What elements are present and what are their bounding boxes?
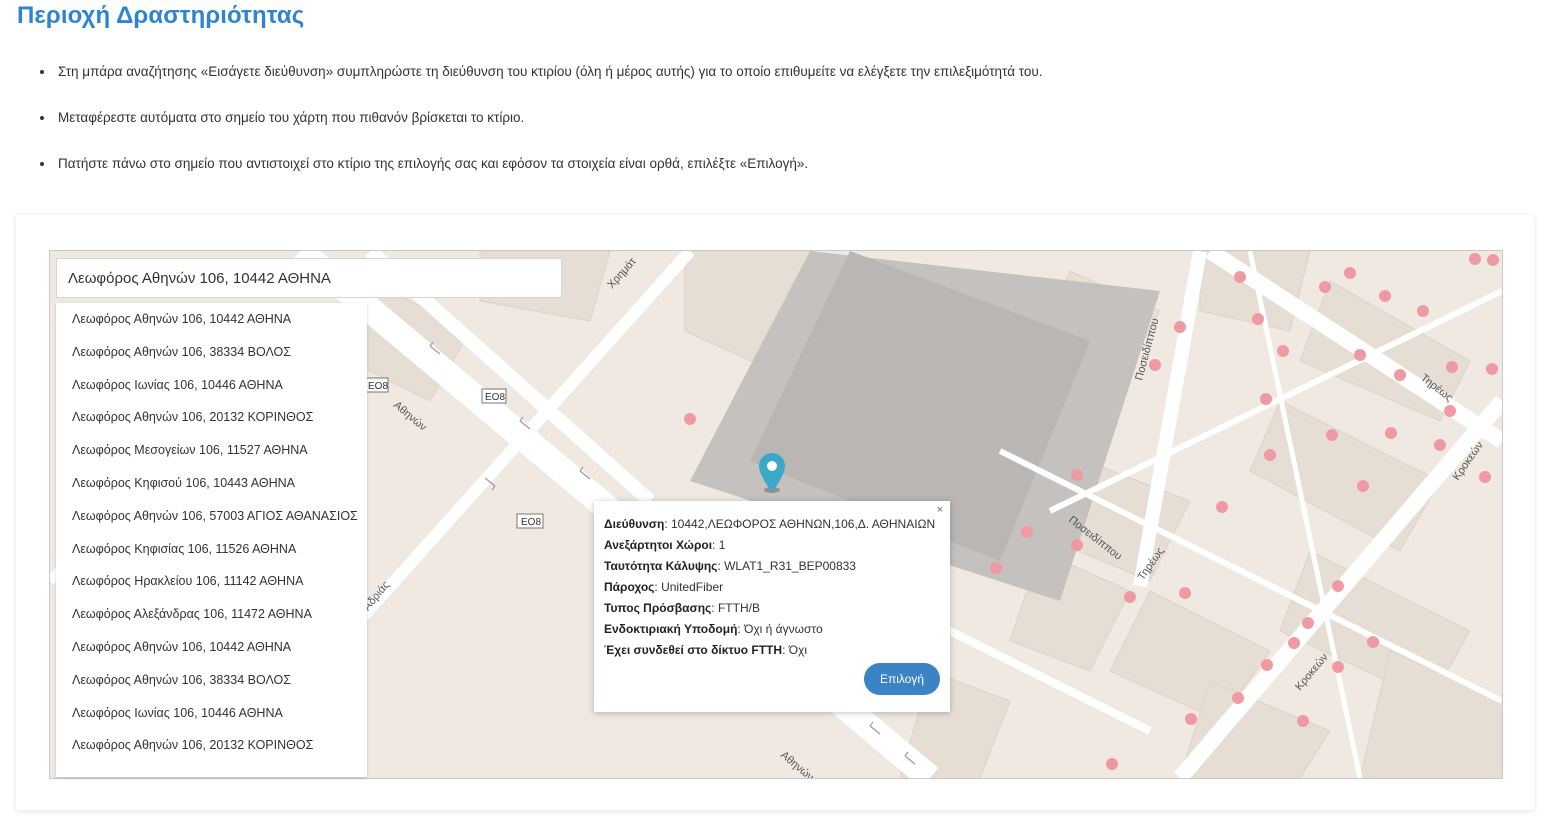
info-row-coverage-id: Ταυτότητα Κάλυψης: WLAT1_R31_BEP00833	[604, 559, 856, 573]
select-button[interactable]: Επιλογή	[864, 663, 940, 695]
info-label: Ανεξάρτητοι Χώροι	[604, 538, 713, 552]
instruction-item: Πατήστε πάνω στο σημείο που αντιστοιχεί …	[40, 154, 1043, 200]
suggestion-item[interactable]: Λεωφόρος Αθηνών 106, 38334 ΒΟΛΟΣ	[56, 336, 367, 369]
close-popup-button[interactable]: ×	[937, 503, 943, 517]
info-row-address: Διεύθυνση: 10442,ΛΕΩΦΟΡΟΣ ΑΘΗΝΩΝ,106,Δ. …	[604, 517, 936, 531]
suggestion-item[interactable]: Λεωφόρος Αθηνών 106, 57003 ΑΓΙΟΣ ΑΘΑΝΑΣΙ…	[56, 500, 367, 533]
route-shield: EO8	[368, 381, 388, 392]
suggestion-item[interactable]: Λεωφόρος Μεσογείων 106, 11527 ΑΘΗΝΑ	[56, 434, 367, 467]
suggestion-item[interactable]: Λεωφόρος Ιωνίας 106, 10446 ΑΘΗΝΑ	[56, 369, 367, 402]
address-search-input[interactable]	[56, 258, 562, 298]
info-label: Ταυτότητα Κάλυψης	[604, 559, 718, 573]
info-label: Τυπος Πρόσβασης	[604, 601, 712, 615]
suggestion-item[interactable]: Λεωφόρος Ιωνίας 106, 10446 ΑΘΗΝΑ	[56, 697, 367, 730]
info-row-access-type: Τυπος Πρόσβασης: FTTH/B	[604, 601, 760, 615]
info-row-provider: Πάροχος: UnitedFiber	[604, 580, 724, 594]
route-shield: EO8	[485, 392, 505, 403]
suggestion-item[interactable]: Λεωφόρος Κηφισίας 106, 11526 ΑΘΗΝΑ	[56, 533, 367, 566]
suggestion-item[interactable]: Λεωφόρος Κηφισού 106, 10443 ΑΘΗΝΑ	[56, 467, 367, 500]
suggestion-item[interactable]: Λεωφόρος Αθηνών 106, 20132 ΚΟΡΙΝΘΟΣ	[56, 401, 367, 434]
route-shield: EO8	[521, 517, 541, 528]
info-value: FTTH/B	[717, 601, 760, 615]
info-value: Όχι	[788, 643, 807, 657]
instructions-list: Στη μπάρα αναζήτησης «Εισάγετε διεύθυνση…	[40, 62, 1043, 200]
info-label: Έχει συνδεθεί στο δίκτυο FTTH	[604, 643, 783, 657]
info-value: 10442,ΛΕΩΦΟΡΟΣ ΑΘΗΝΩΝ,106,Δ. ΑΘΗΝΑΙΩΝ	[671, 517, 936, 531]
suggestion-item[interactable]: Λεωφόρος Ηρακλείου 106, 11142 ΑΘΗΝΑ	[56, 565, 367, 598]
instruction-item: Στη μπάρα αναζήτησης «Εισάγετε διεύθυνση…	[40, 62, 1043, 108]
info-row-units: Ανεξάρτητοι Χώροι: 1	[604, 538, 726, 552]
instruction-item: Μεταφέρεστε αυτόματα στο σημείο του χάρτ…	[40, 108, 1043, 154]
info-label: Ενδοκτιριακή Υποδομή	[604, 622, 738, 636]
info-value: WLAT1_R31_BEP00833	[724, 559, 856, 573]
info-label: Πάροχος	[604, 580, 655, 594]
info-value: UnitedFiber	[661, 580, 724, 594]
suggestion-item[interactable]: Λεωφόρος Αθηνών 106, 38334 ΒΟΛΟΣ	[56, 664, 367, 697]
info-value: Όχι ή άγνωστο	[744, 622, 823, 636]
map-pin-icon[interactable]	[757, 452, 787, 494]
suggestion-item[interactable]: Λεωφόρος Αλεξάνδρας 106, 11472 ΑΘΗΝΑ	[56, 598, 367, 631]
info-label: Διεύθυνση	[604, 517, 665, 531]
page-title: Περιοχή Δραστηριότητας	[17, 2, 305, 29]
suggestion-item[interactable]: Λεωφόρος Αθηνών 106, 20132 ΚΟΡΙΝΘΟΣ	[56, 729, 367, 762]
suggestion-item[interactable]: Λεωφόρος Αθηνών 106, 10442 ΑΘΗΝΑ	[56, 303, 367, 336]
building-info-popup: × Διεύθυνση: 10442,ΛΕΩΦΟΡΟΣ ΑΘΗΝΩΝ,106,Δ…	[594, 501, 950, 712]
address-suggestions-dropdown: Λεωφόρος Αθηνών 106, 10442 ΑΘΗΝΑ Λεωφόρο…	[56, 303, 367, 777]
info-row-connected: Έχει συνδεθεί στο δίκτυο FTTH: Όχι	[604, 643, 807, 657]
info-value: 1	[718, 538, 726, 552]
suggestion-item[interactable]: Λεωφόρος Αθηνών 106, 10442 ΑΘΗΝΑ	[56, 631, 367, 664]
info-row-infrastructure: Ενδοκτιριακή Υποδομή: Όχι ή άγνωστο	[604, 622, 823, 636]
